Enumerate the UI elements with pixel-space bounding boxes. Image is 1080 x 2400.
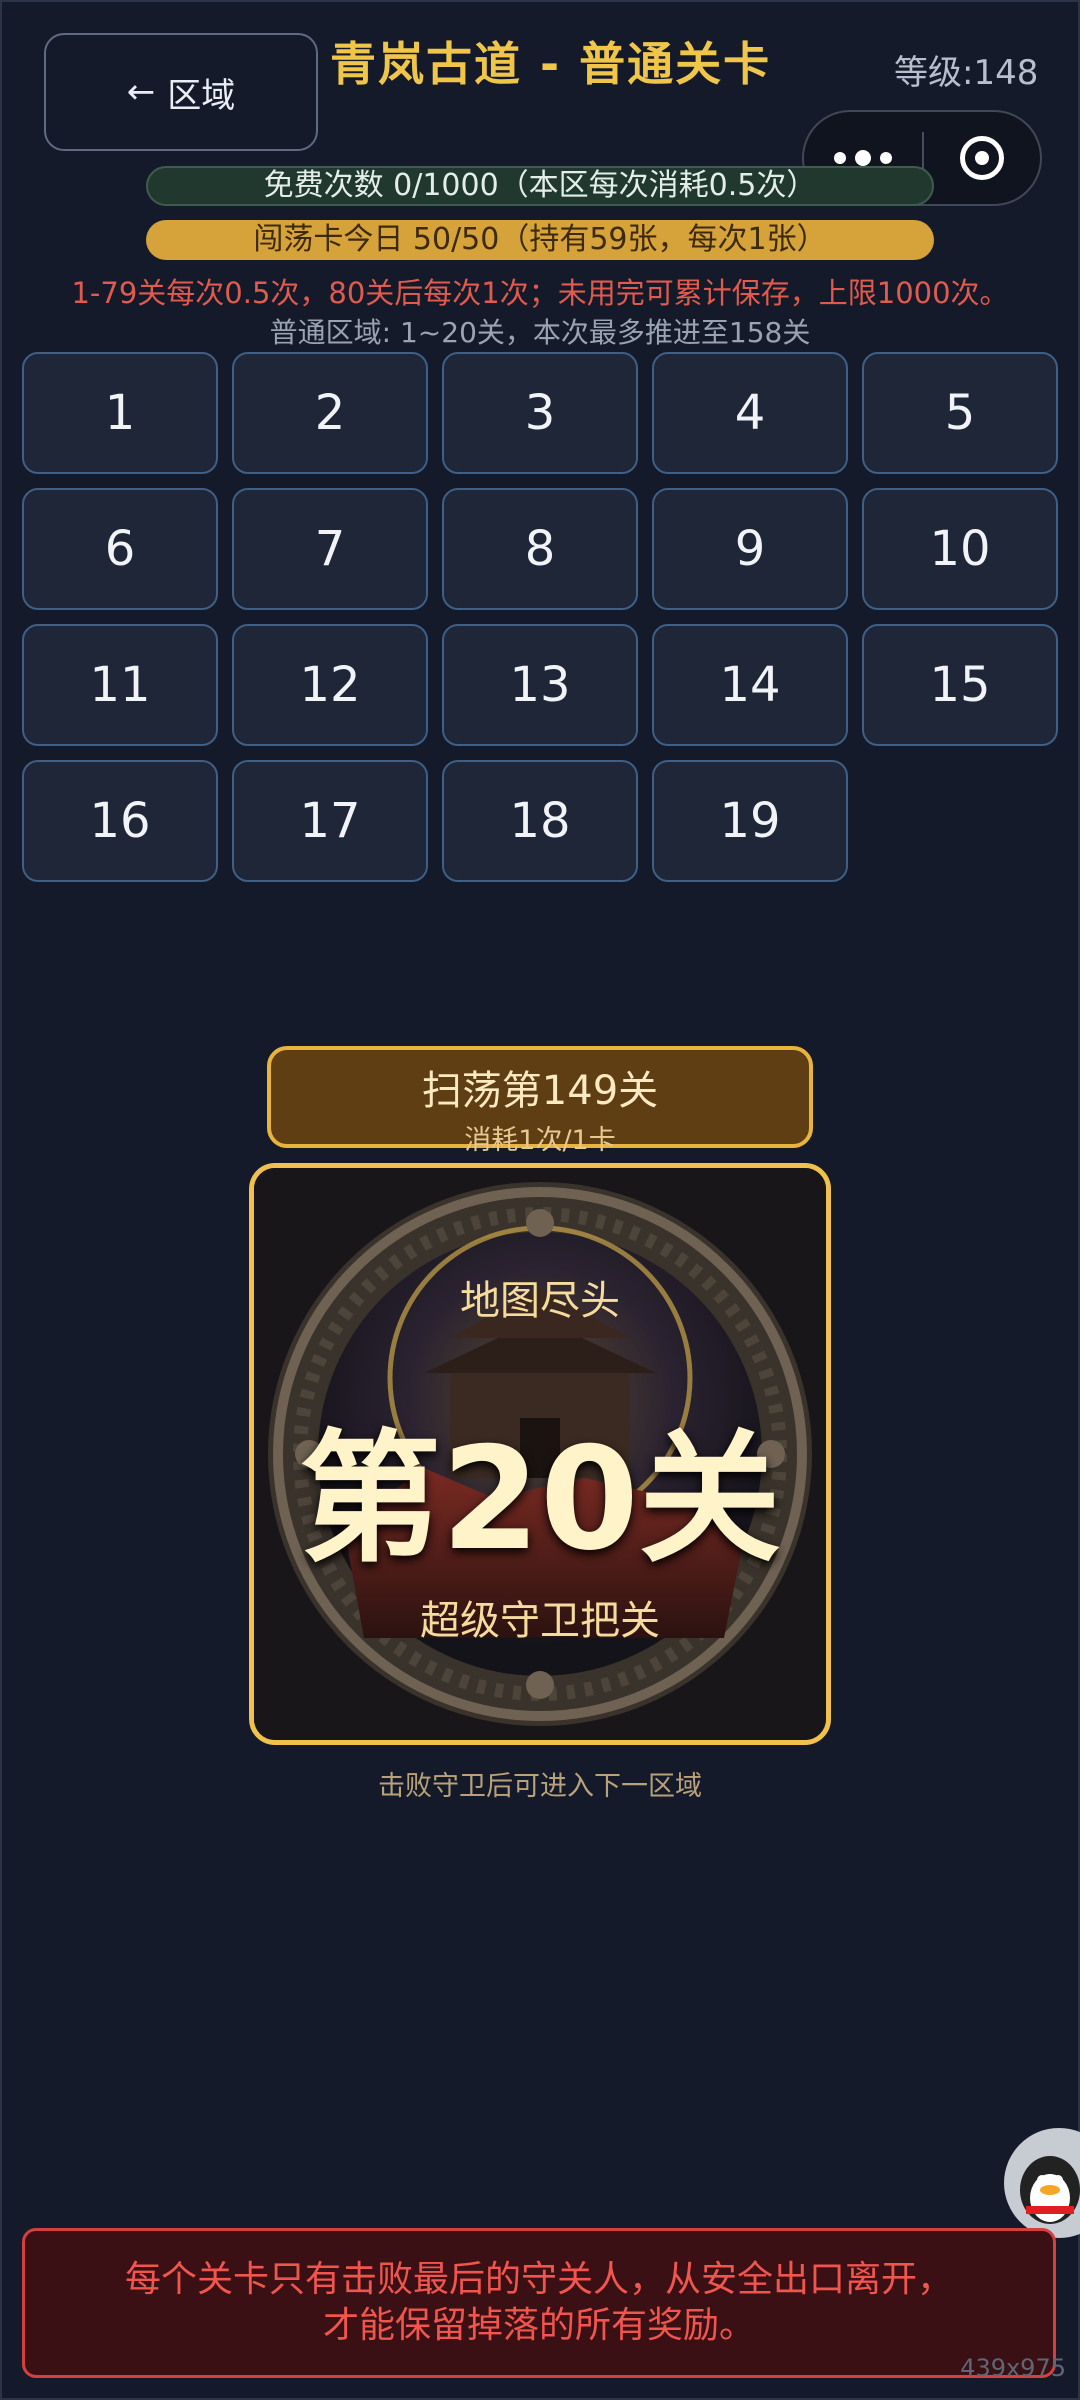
stage-button[interactable]: 8 [442,488,638,610]
stage-button[interactable]: 16 [22,760,218,882]
warning-line-2: 才能保留掉落的所有奖励。 [322,2305,755,2346]
stage-button[interactable]: 14 [652,624,848,746]
stage-button[interactable]: 4 [652,352,848,474]
boss-hint: 击败守卫后可进入下一区域 [378,1771,702,1802]
stage-button[interactable]: 10 [862,488,1058,610]
boss-stage-card[interactable]: 地图尽头 第20关 超级守卫把关 [249,1163,831,1745]
sweep-cost: 消耗1次/1卡 [464,1125,616,1156]
size-label: 439x975 [960,2354,1066,2382]
stage-button[interactable]: 19 [652,760,848,882]
sweep-card-bar: 闯荡卡今日 50/50（持有59张，每次1张） [146,220,934,260]
rule-note: 1-79关每次0.5次，80关后每次1次；未用完可累计保存，上限1000次。 [71,276,1009,310]
stage-button[interactable]: 2 [232,352,428,474]
close-miniprogram-icon[interactable] [924,136,1040,180]
stage-button[interactable]: 5 [862,352,1058,474]
sweep-stage-button[interactable]: 扫荡第149关 消耗1次/1卡 [267,1046,813,1156]
arrow-left-icon: ← [126,72,156,112]
stage-button[interactable]: 7 [232,488,428,610]
area-note: 普通区域: 1~20关，本次最多推进至158关 [269,316,811,349]
stage-button[interactable]: 1 [22,352,218,474]
sweep-title: 扫荡第149关 [421,1068,659,1114]
stage-button[interactable]: 15 [862,624,1058,746]
more-options-icon[interactable] [804,150,922,166]
player-level: 等级:148 [894,53,1039,93]
back-to-region-button[interactable]: ← 区域 [44,33,318,151]
stage-button[interactable]: 11 [22,624,218,746]
stage-button[interactable]: 3 [442,352,638,474]
back-label: 区域 [167,75,236,116]
qq-penguin-float-icon[interactable] [1004,2128,1080,2238]
stage-button[interactable]: 6 [22,488,218,610]
stage-button[interactable]: 9 [652,488,848,610]
stage-button[interactable]: 17 [232,760,428,882]
stage-button[interactable]: 18 [442,760,638,882]
stage-button[interactable]: 12 [232,624,428,746]
card-subtitle-bottom: 超级守卫把关 [420,1598,660,1644]
warning-line-1: 每个关卡只有击败最后的守关人，从安全出口离开， [124,2259,953,2300]
card-stage-number: 第20关 [299,1417,781,1582]
reward-warning: 每个关卡只有击败最后的守关人，从安全出口离开， 才能保留掉落的所有奖励。 [22,2228,1056,2378]
stage-grid: 1 2 3 4 5 6 7 8 9 10 11 12 13 14 15 16 1… [22,352,1058,882]
free-count-bar: 免费次数 0/1000（本区每次消耗0.5次） [146,166,934,206]
stage-button[interactable]: 13 [442,624,638,746]
card-subtitle-top: 地图尽头 [460,1278,620,1324]
page-title: 青岚古道 - 普通关卡 [330,37,772,91]
